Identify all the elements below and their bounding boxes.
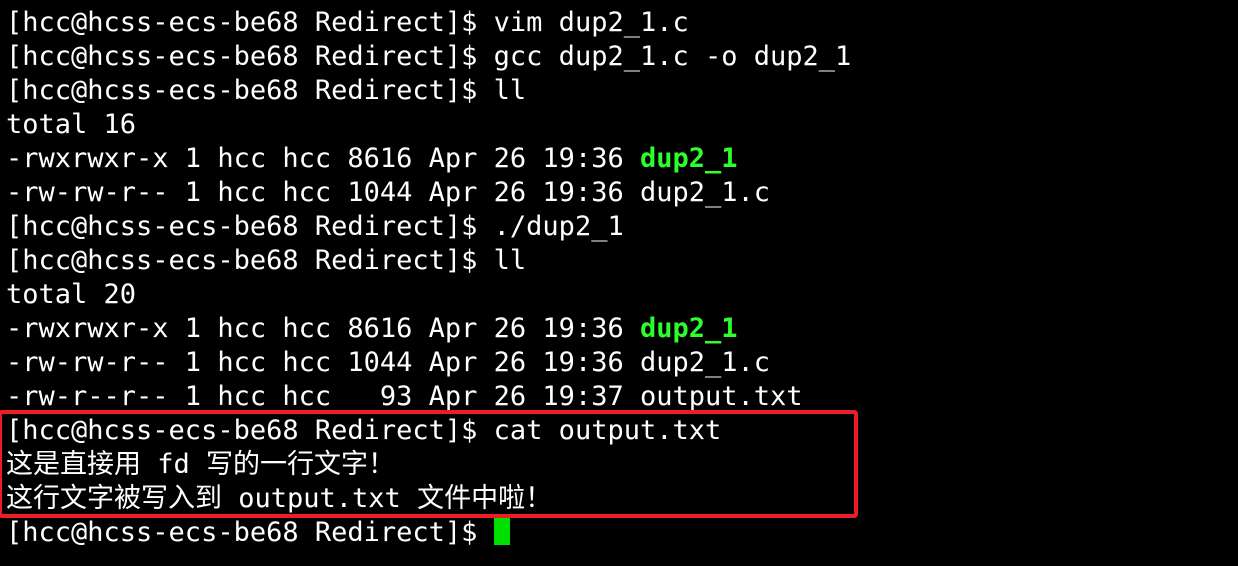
terminal-input-line[interactable]: [hcc@hcss-ecs-be68 Redirect]$ bbox=[6, 516, 510, 550]
executable-filename: dup2_1 bbox=[639, 143, 738, 174]
line-text: -rw-rw-r-- 1 hcc hcc 1044 Apr 26 19:36 d… bbox=[6, 347, 771, 378]
line-text: total 20 bbox=[6, 279, 137, 310]
terminal-window[interactable]: [hcc@hcss-ecs-be68 Redirect]$ vim dup2_1… bbox=[0, 0, 1238, 566]
line-text: -rwxrwxr-x 1 hcc hcc 8616 Apr 26 19:36 bbox=[6, 143, 640, 174]
line-text: -rw-r--r-- 1 hcc hcc 93 Apr 26 19:37 out… bbox=[6, 381, 803, 412]
highlight-annotation-box bbox=[0, 410, 858, 518]
terminal-line: [hcc@hcss-ecs-be68 Redirect]$ ll bbox=[6, 244, 526, 278]
terminal-line: -rwxrwxr-x 1 hcc hcc 8616 Apr 26 19:36 d… bbox=[6, 312, 738, 346]
terminal-line: -rw-rw-r-- 1 hcc hcc 1044 Apr 26 19:36 d… bbox=[6, 346, 770, 380]
terminal-line: total 20 bbox=[6, 278, 136, 312]
line-text: -rw-rw-r-- 1 hcc hcc 1044 Apr 26 19:36 d… bbox=[6, 177, 771, 208]
text-cursor bbox=[493, 518, 510, 545]
terminal-line: -rwxrwxr-x 1 hcc hcc 8616 Apr 26 19:36 d… bbox=[6, 142, 738, 176]
line-text: [hcc@hcss-ecs-be68 Redirect]$ ll bbox=[6, 245, 527, 276]
line-text: [hcc@hcss-ecs-be68 Redirect]$ vim dup2_1… bbox=[6, 7, 689, 38]
executable-filename: dup2_1 bbox=[639, 313, 738, 344]
terminal-line: -rw-r--r-- 1 hcc hcc 93 Apr 26 19:37 out… bbox=[6, 380, 803, 414]
terminal-line: [hcc@hcss-ecs-be68 Redirect]$ ./dup2_1 bbox=[6, 210, 624, 244]
terminal-line: [hcc@hcss-ecs-be68 Redirect]$ vim dup2_1… bbox=[6, 6, 689, 40]
terminal-line: total 16 bbox=[6, 108, 136, 142]
line-text: [hcc@hcss-ecs-be68 Redirect]$ ll bbox=[6, 75, 527, 106]
line-text: [hcc@hcss-ecs-be68 Redirect]$ ./dup2_1 bbox=[6, 211, 624, 242]
terminal-line: [hcc@hcss-ecs-be68 Redirect]$ gcc dup2_1… bbox=[6, 40, 851, 74]
line-text: [hcc@hcss-ecs-be68 Redirect]$ gcc dup2_1… bbox=[6, 41, 852, 72]
shell-prompt: [hcc@hcss-ecs-be68 Redirect]$ bbox=[6, 517, 494, 548]
terminal-line: [hcc@hcss-ecs-be68 Redirect]$ ll bbox=[6, 74, 526, 108]
terminal-line: -rw-rw-r-- 1 hcc hcc 1044 Apr 26 19:36 d… bbox=[6, 176, 770, 210]
line-text: -rwxrwxr-x 1 hcc hcc 8616 Apr 26 19:36 bbox=[6, 313, 640, 344]
line-text: total 16 bbox=[6, 109, 137, 140]
